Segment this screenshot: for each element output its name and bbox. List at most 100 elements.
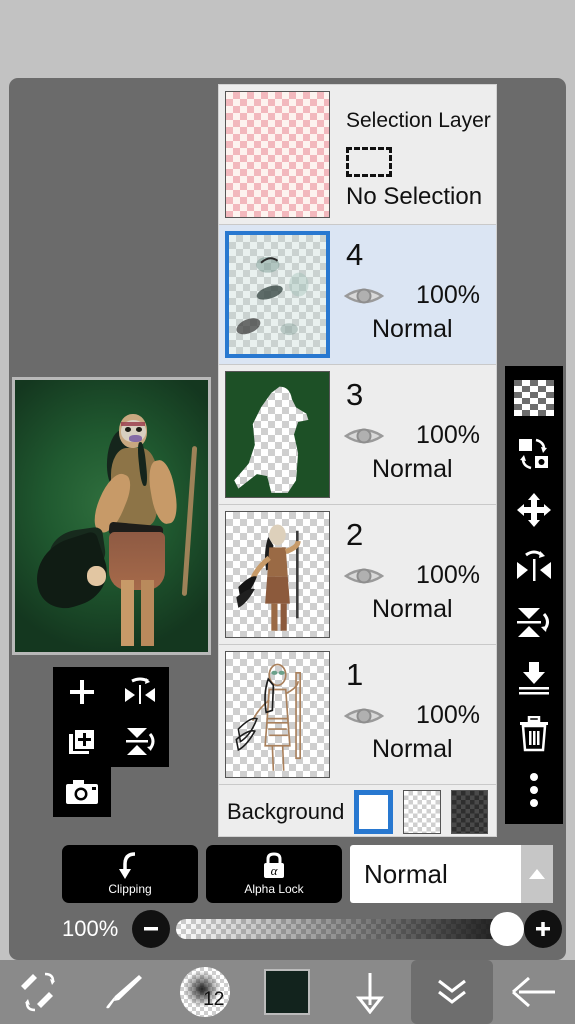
selection-layer-thumbnail[interactable] xyxy=(225,91,330,218)
pink-checkerboard xyxy=(226,92,329,217)
flip-vertical-button[interactable] xyxy=(111,717,169,767)
layer-blend-mode: Normal xyxy=(372,735,453,763)
background-option-white[interactable] xyxy=(354,790,394,834)
alpha-lock-button[interactable]: α Alpha Lock xyxy=(206,845,342,903)
plus-icon xyxy=(70,680,94,704)
layer-2-art xyxy=(236,524,301,631)
rotate-layer-button[interactable] xyxy=(508,430,560,478)
artwork-eye-right xyxy=(136,427,142,432)
trash-icon xyxy=(520,716,548,752)
layer-meta: 100% xyxy=(344,561,486,590)
left-tool-cluster xyxy=(53,667,169,817)
right-tool-bar xyxy=(505,366,563,824)
chevron-up-icon xyxy=(529,869,545,879)
opacity-increase-button[interactable] xyxy=(524,910,562,948)
layer-opacity: 100% xyxy=(416,421,480,449)
flip-horizontal-button[interactable] xyxy=(111,667,169,717)
layer-info: 4 100% Normal xyxy=(330,231,490,358)
selection-status: No Selection xyxy=(346,183,483,210)
layer-1-art xyxy=(235,663,301,771)
layer-row[interactable]: 1 100% Normal xyxy=(219,645,496,785)
artwork-eye-left xyxy=(125,427,131,432)
duplicate-layer-button[interactable] xyxy=(53,717,111,767)
move-arrows-icon xyxy=(517,493,551,527)
layer-number: 3 xyxy=(346,377,364,412)
opacity-slider[interactable] xyxy=(176,912,524,946)
eye-visibility-icon[interactable] xyxy=(344,563,384,589)
alpha-lock-icon: α xyxy=(264,852,284,878)
layer-row[interactable]: 3 100% Normal xyxy=(219,365,496,505)
move-layer-button[interactable] xyxy=(508,486,560,534)
pen-eraser-swap-button[interactable] xyxy=(0,960,82,1024)
opacity-bar: 100% xyxy=(62,910,562,948)
layer-blend-mode: Normal xyxy=(372,595,453,623)
opacity-slider-handle[interactable] xyxy=(490,912,524,946)
flip-horizontal-icon xyxy=(517,550,551,581)
layer-blend-mode: Normal xyxy=(372,455,453,483)
svg-text:α: α xyxy=(271,863,279,878)
more-vertical-icon xyxy=(530,773,538,807)
layer-blend-mode: Normal xyxy=(372,315,453,343)
flip-horizontal-button[interactable] xyxy=(508,542,560,590)
checkerboard-icon xyxy=(514,380,554,416)
background-row: Background xyxy=(219,785,496,836)
layer-info: 3 100% Normal xyxy=(330,371,490,498)
layers-panel[interactable]: Selection Layer No Selection 4 100% Norm… xyxy=(218,84,497,837)
arrow-down-icon xyxy=(355,973,384,1014)
blend-mode-value: Normal xyxy=(364,858,448,889)
flip-vertical-icon xyxy=(517,608,549,637)
layer-row[interactable]: 4 100% Normal xyxy=(219,225,496,365)
layer-thumbnail[interactable] xyxy=(225,511,330,638)
collapse-panel-button[interactable] xyxy=(410,960,493,1024)
selection-layer-row[interactable]: Selection Layer No Selection xyxy=(219,85,496,225)
alpha-lock-label: Alpha Lock xyxy=(244,882,304,896)
layer-meta: 100% xyxy=(344,701,486,730)
add-layer-button[interactable] xyxy=(53,667,111,717)
opacity-decrease-button[interactable] xyxy=(132,910,170,948)
brush-tool-button[interactable] xyxy=(82,960,164,1024)
canvas-preview[interactable] xyxy=(12,377,211,655)
layer-3-art xyxy=(226,372,329,497)
color-swatch-button[interactable] xyxy=(246,960,328,1024)
brush-size-button[interactable]: 12 xyxy=(164,960,246,1024)
artwork-skirt xyxy=(109,532,165,590)
eye-visibility-icon[interactable] xyxy=(344,703,384,729)
clipping-button[interactable]: Clipping xyxy=(62,845,198,903)
layer-actions-bar: Clipping α Alpha Lock Normal xyxy=(62,845,553,903)
merge-down-button[interactable] xyxy=(508,654,560,702)
layer-meta: 100% xyxy=(344,421,486,450)
flip-horizontal-icon xyxy=(125,677,155,704)
flip-vertical-icon xyxy=(126,728,155,755)
clipping-arrow-icon xyxy=(119,852,136,879)
layer-opacity: 100% xyxy=(416,281,480,309)
layer-info: 2 100% Normal xyxy=(330,511,490,638)
pen-eraser-swap-icon xyxy=(21,972,56,1012)
arrow-left-icon xyxy=(511,976,555,1008)
camera-button[interactable] xyxy=(53,767,111,817)
blend-mode-expand-button[interactable] xyxy=(521,845,553,903)
double-chevron-down-icon xyxy=(437,979,466,1004)
more-options-button[interactable] xyxy=(508,766,560,814)
eye-visibility-icon[interactable] xyxy=(344,423,384,449)
blend-mode-select[interactable]: Normal xyxy=(350,845,553,903)
background-option-transparent-dark[interactable] xyxy=(450,790,488,834)
layer-row[interactable]: 2 100% Normal xyxy=(219,505,496,645)
flip-vertical-button[interactable] xyxy=(508,598,560,646)
light-checkerboard xyxy=(404,791,440,833)
background-option-transparent-light[interactable] xyxy=(403,790,441,834)
selection-layer-title: Selection Layer xyxy=(346,109,491,132)
delete-layer-button[interactable] xyxy=(508,710,560,758)
transparency-button[interactable] xyxy=(508,374,560,422)
artwork-hand xyxy=(87,566,106,586)
back-button[interactable] xyxy=(493,960,575,1024)
layer-info: 1 100% Normal xyxy=(330,651,490,778)
eye-visibility-icon[interactable] xyxy=(344,283,384,309)
layer-thumbnail[interactable] xyxy=(225,231,330,358)
layer-number: 2 xyxy=(346,517,364,552)
layer-down-button[interactable] xyxy=(329,960,411,1024)
canvas-artwork xyxy=(15,380,208,652)
artwork-face-paint-top xyxy=(121,422,145,426)
artwork-face-paint-bottom xyxy=(129,435,142,442)
layer-thumbnail[interactable] xyxy=(225,371,330,498)
layer-thumbnail[interactable] xyxy=(225,651,330,778)
